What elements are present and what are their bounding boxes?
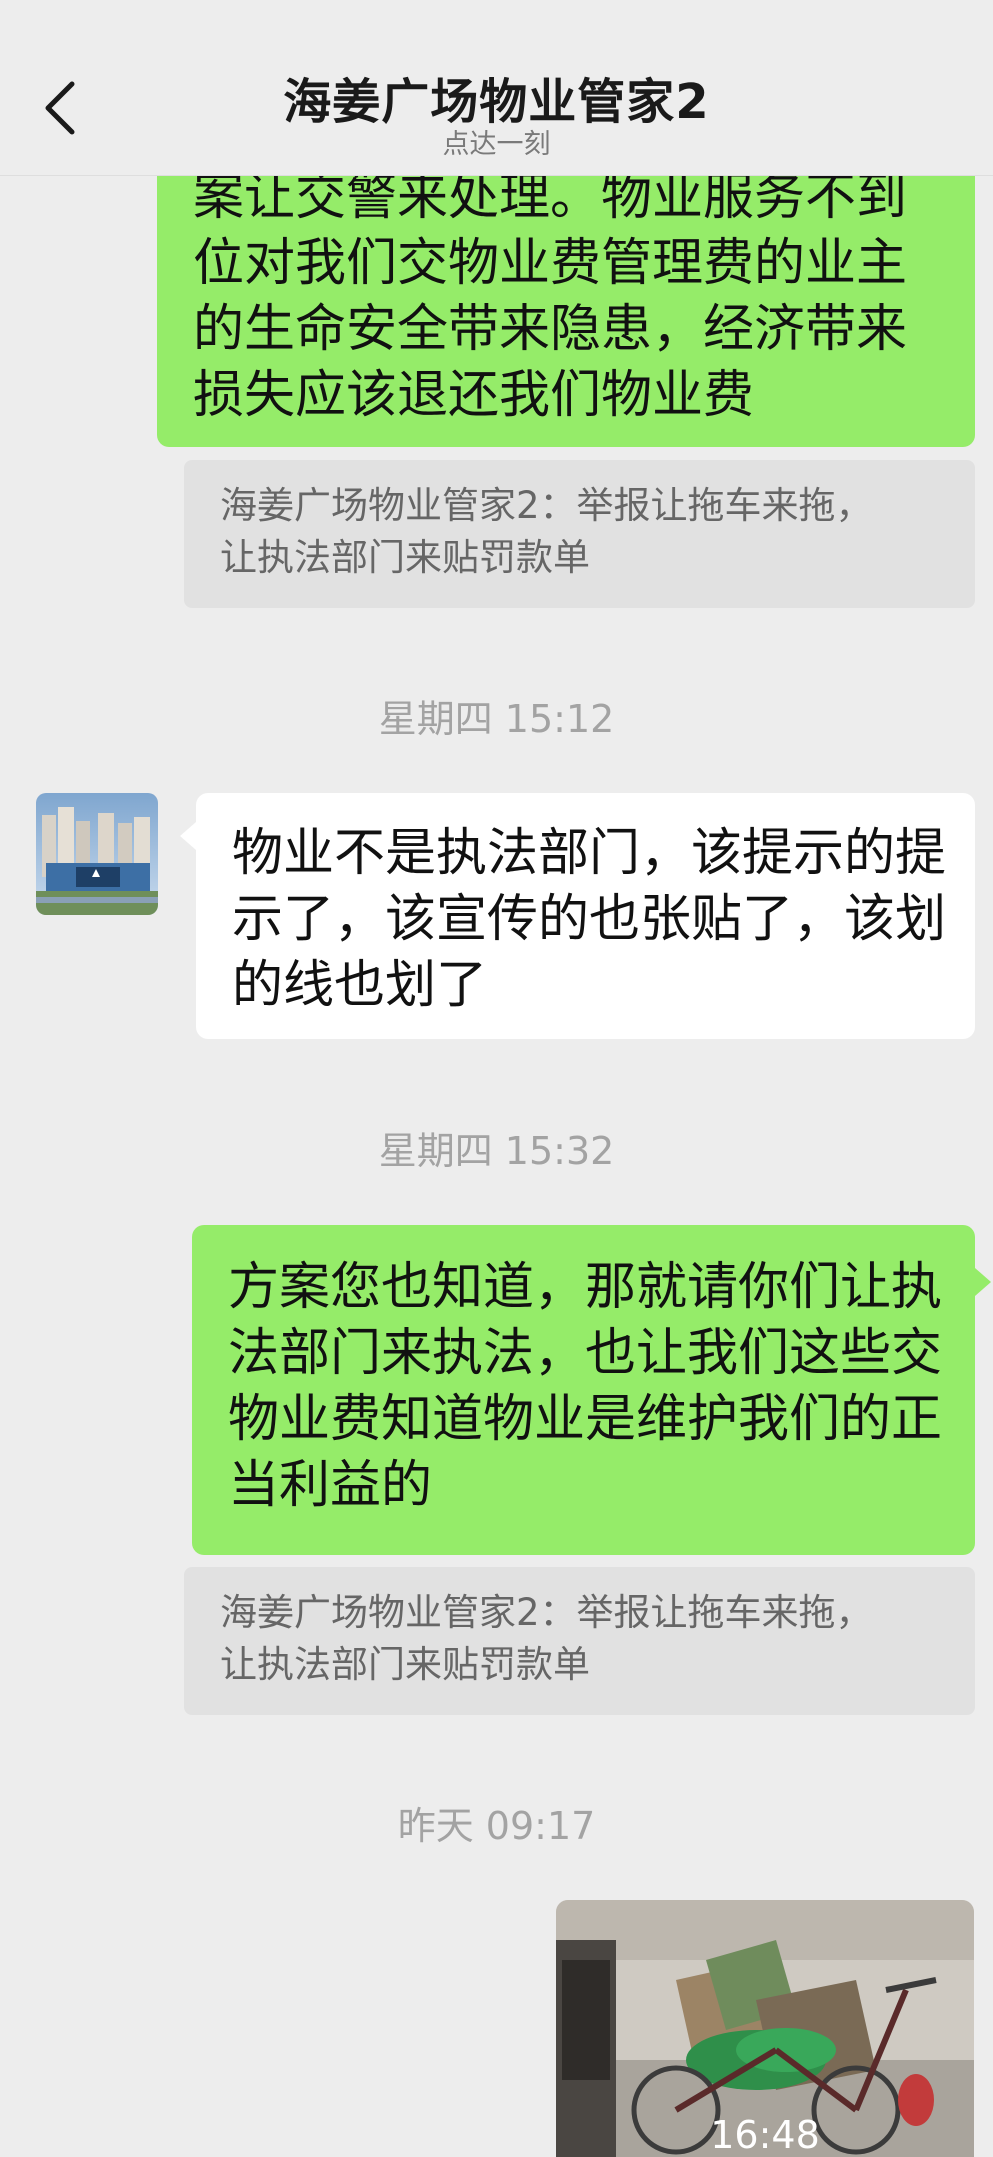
message-line: 示了，该宣传的也张贴了，该划 — [232, 890, 947, 949]
message-line: 物业不是执法部门，该提示的提 — [232, 824, 947, 883]
timestamp: 星期四 15:32 — [378, 1129, 615, 1173]
incoming-message-bubble[interactable]: 物业不是执法部门，该提示的提 示了，该宣传的也张贴了，该划 的线也划了 — [196, 793, 975, 1039]
message-line: 的生命安全带来隐患，经济带来 — [193, 300, 908, 359]
timestamp: 星期四 15:12 — [378, 697, 615, 741]
quote-line: 让执法部门来贴罚款单 — [220, 536, 590, 579]
message-line: 物业费知道物业是维护我们的正 — [228, 1390, 943, 1449]
chat-subtitle: 点达一刻 — [442, 129, 551, 160]
video-duration: 16:48 — [710, 2113, 820, 2157]
outgoing-message-bubble[interactable]: 方案您也知道，那就请你们让执 法部门来执法，也让我们这些交 物业费知道物业是维护… — [192, 1225, 975, 1555]
quoted-reply[interactable]: 海姜广场物业管家2：举报让拖车来拖， 让执法部门来贴罚款单 — [184, 1567, 975, 1715]
timestamp: 昨天 09:17 — [397, 1804, 596, 1848]
building-photo-icon — [36, 793, 158, 915]
message-line: 位对我们交物业费管理费的业主 — [193, 234, 908, 293]
message-line: 法部门来执法，也让我们这些交 — [228, 1324, 943, 1383]
bubble-tail — [180, 822, 196, 850]
avatar[interactable] — [36, 793, 158, 915]
quote-line: 海姜广场物业管家2：举报让拖车来拖， — [220, 484, 873, 527]
bubble-tail — [975, 1268, 991, 1296]
quote-line: 海姜广场物业管家2：举报让拖车来拖， — [220, 1591, 873, 1634]
message-line: 损失应该退还我们物业费 — [193, 366, 755, 425]
message-line: 的线也划了 — [232, 956, 488, 1015]
quote-line: 让执法部门来贴罚款单 — [220, 1643, 590, 1686]
message-line: 当利益的 — [228, 1456, 433, 1515]
message-line: 方案您也知道，那就请你们让执 — [228, 1258, 943, 1317]
quoted-reply[interactable]: 海姜广场物业管家2：举报让拖车来拖， 让执法部门来贴罚款单 — [184, 460, 975, 608]
chat-header: 海姜广场物业管家2 点达一刻 — [0, 0, 993, 176]
video-message[interactable]: 16:48 — [556, 1900, 974, 2157]
